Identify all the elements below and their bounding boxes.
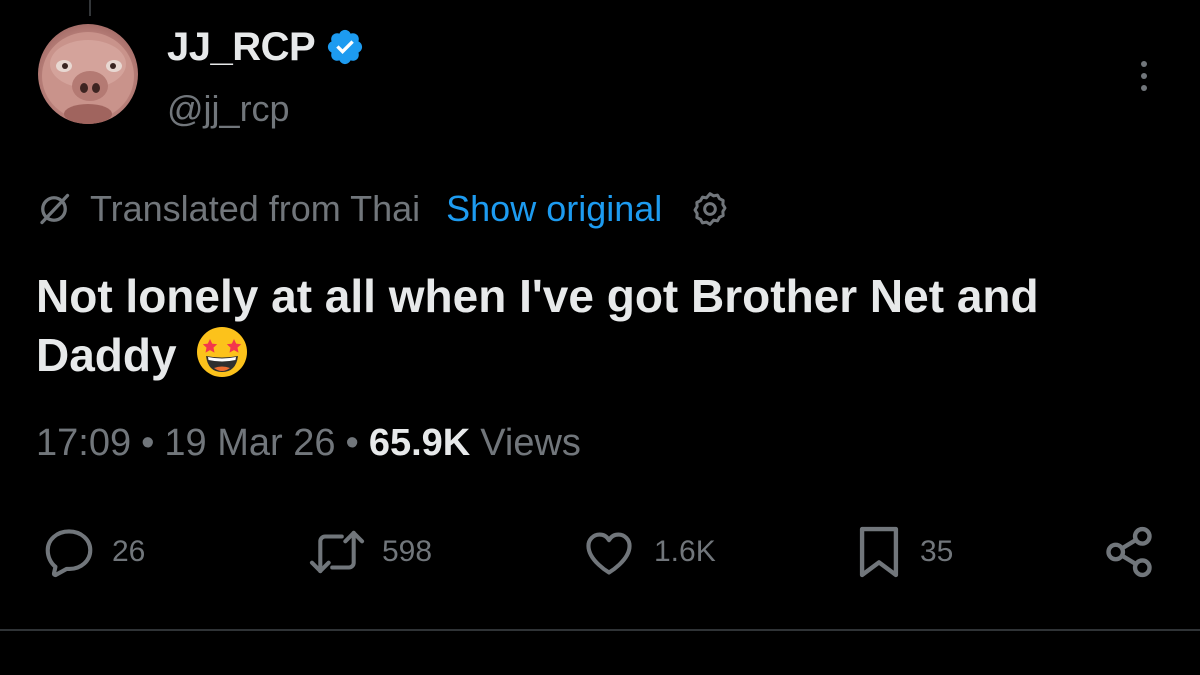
post-metadata: 17:09 • 19 Mar 26 • 65.9K Views xyxy=(36,418,581,468)
verified-badge-icon xyxy=(325,27,365,67)
bookmark-button[interactable]: 35 xyxy=(852,522,953,582)
repost-arrows-icon xyxy=(306,523,368,581)
post-actions-bar: 26 598 1.6K 35 xyxy=(0,522,1200,582)
reply-count: 26 xyxy=(112,535,146,568)
more-dot xyxy=(1141,85,1147,91)
speech-bubble-icon xyxy=(40,523,98,581)
heart-icon xyxy=(578,523,640,581)
meta-separator: • xyxy=(141,421,155,464)
more-options-button[interactable] xyxy=(1128,54,1160,98)
gear-icon[interactable] xyxy=(662,189,730,229)
post-text-content: Not lonely at all when I've got Brother … xyxy=(36,270,1039,381)
author-handle[interactable]: @jj_rcp xyxy=(167,88,290,130)
like-button[interactable]: 1.6K xyxy=(578,522,716,582)
post-date[interactable]: 19 Mar 26 xyxy=(164,422,335,465)
translated-from-label: Translated from Thai xyxy=(90,188,421,229)
translate-slash-icon xyxy=(36,191,90,227)
bookmark-count: 35 xyxy=(920,535,954,568)
show-original-link[interactable]: Show original xyxy=(446,188,662,230)
avatar[interactable] xyxy=(38,24,138,124)
views-label: Views xyxy=(480,421,581,464)
thread-connector-line xyxy=(89,0,91,16)
more-dot xyxy=(1141,73,1147,79)
meta-separator: • xyxy=(345,421,359,464)
author-name-row[interactable]: JJ_RCP xyxy=(167,22,365,72)
repost-button[interactable]: 598 xyxy=(306,522,432,582)
share-button[interactable] xyxy=(1100,522,1158,582)
views-count: 65.9K xyxy=(368,421,471,464)
author-display-name[interactable]: JJ_RCP xyxy=(167,25,316,70)
repost-count: 598 xyxy=(382,535,433,568)
bottom-divider xyxy=(0,629,1200,631)
share-nodes-icon xyxy=(1100,523,1158,581)
reply-button[interactable]: 26 xyxy=(40,522,145,582)
more-dots-icon xyxy=(1141,61,1147,67)
bookmark-icon xyxy=(852,523,906,581)
star-struck-emoji-icon xyxy=(195,325,249,379)
translation-bar: Translated from Thai Show original xyxy=(36,186,730,232)
post-time[interactable]: 17:09 xyxy=(36,422,131,465)
like-count: 1.6K xyxy=(654,535,716,568)
post-text: Not lonely at all when I've got Brother … xyxy=(36,268,1156,384)
